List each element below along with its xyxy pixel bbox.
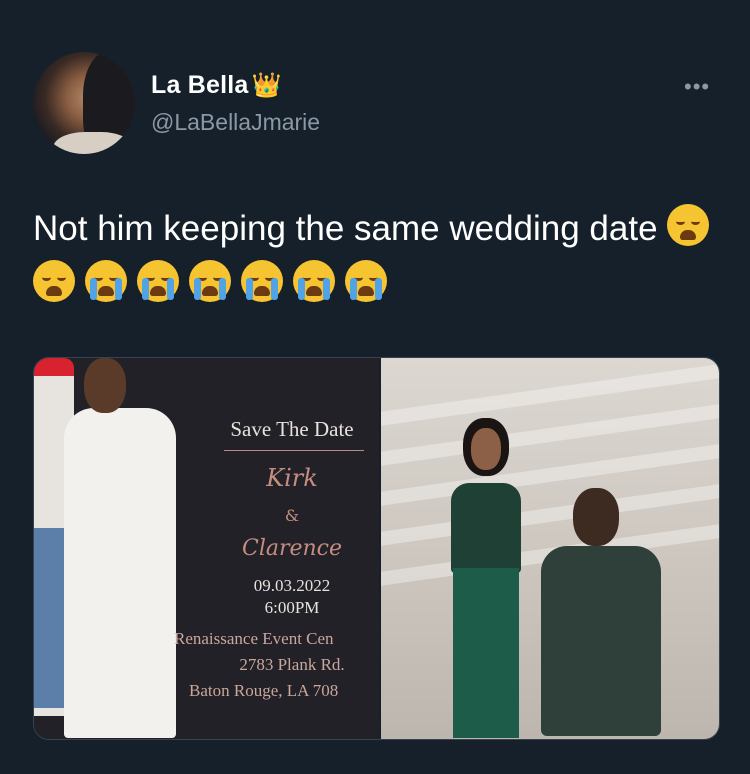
invitation-venue: Renaissance Event Cen [174, 629, 334, 648]
loudly-crying-face-icon [189, 260, 231, 302]
tweet-text: Not him keeping the same wedding date [33, 209, 658, 248]
tweet-media[interactable]: Save The Date Kirk & Clarence 09.03.2022… [33, 357, 720, 740]
display-name[interactable]: La Bella [151, 71, 248, 100]
invitation-address2: Baton Rouge, LA 708 [189, 681, 339, 700]
loudly-crying-face-icon [345, 260, 387, 302]
display-name-row[interactable]: La Bella 👑 [151, 71, 282, 100]
invitation-name2: Clarence [241, 536, 343, 561]
loudly-crying-face-icon [241, 260, 283, 302]
invitation-ampersand: & [284, 506, 300, 525]
woman-face-shape [471, 428, 501, 470]
crown-icon: 👑 [251, 71, 282, 99]
woman-pants-shape [453, 568, 519, 738]
weary-face-icon [33, 260, 75, 302]
man-figure [521, 488, 681, 738]
invitation-image[interactable]: Save The Date Kirk & Clarence 09.03.2022… [34, 358, 379, 739]
man-white-outfit-shape [64, 408, 176, 738]
invitation-date: 09.03.2022 [253, 576, 331, 595]
weary-face-icon [667, 204, 710, 246]
avatar-shirt [53, 132, 133, 154]
invitation-address1: 2783 Plank Rd. [239, 655, 345, 674]
invitation-divider [224, 450, 364, 451]
red-cap-shape [34, 358, 74, 378]
man-head-shape [573, 488, 619, 546]
loudly-crying-face-icon [293, 260, 335, 302]
invitation-time: 6:00PM [264, 598, 320, 617]
couple-photo[interactable] [381, 358, 719, 739]
more-options-icon[interactable]: ••• [684, 74, 710, 100]
user-handle[interactable]: @LaBellaJmarie [151, 109, 320, 136]
invitation-name1: Kirk [266, 464, 318, 492]
man-suit-shape [541, 546, 661, 736]
avatar[interactable] [33, 52, 135, 154]
woman-top-shape [451, 483, 521, 573]
loudly-crying-face-icon [137, 260, 179, 302]
invitation-title: Save The Date [230, 417, 354, 441]
tweet-body: Not him keeping the same wedding date [33, 201, 723, 313]
loudly-crying-face-icon [85, 260, 127, 302]
man-head-shape [84, 358, 126, 413]
jeans-shape [34, 528, 64, 708]
woman-figure [441, 418, 531, 738]
